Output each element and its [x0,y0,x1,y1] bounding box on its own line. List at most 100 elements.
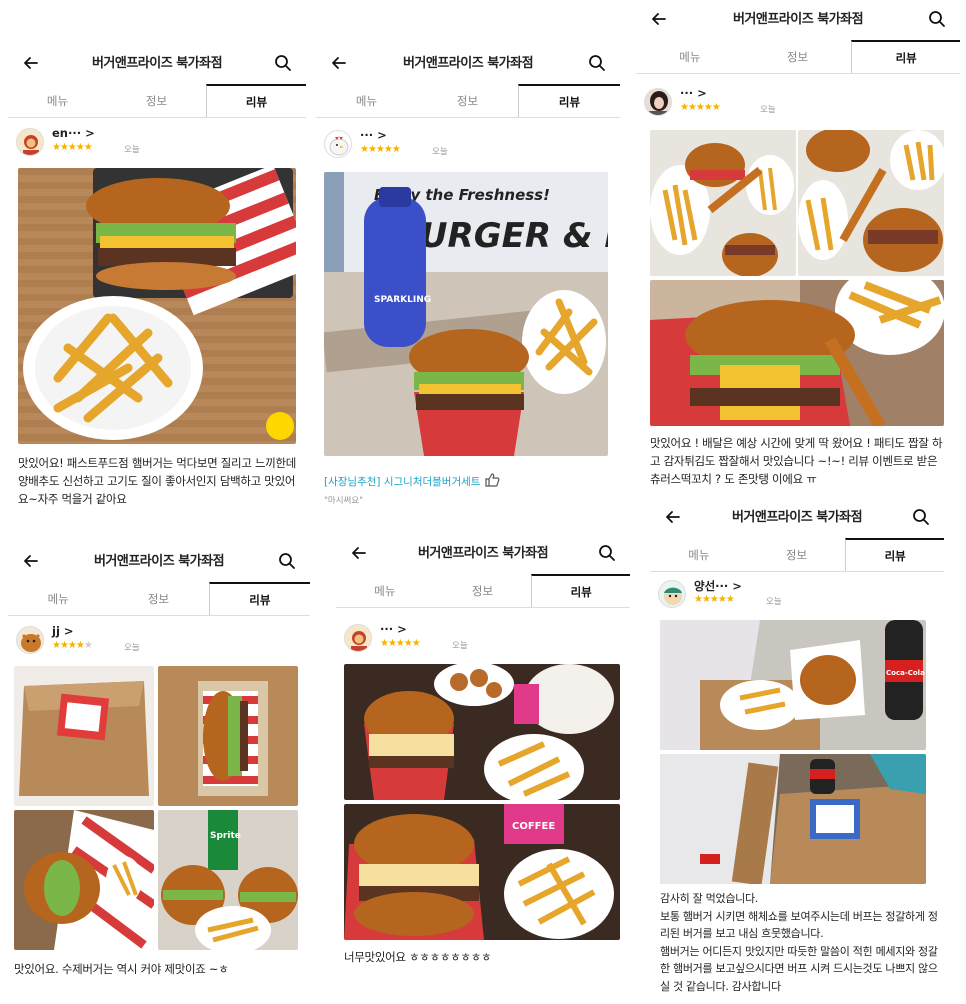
search-icon[interactable] [908,504,934,530]
tab-info[interactable]: 정보 [107,84,206,117]
back-arrow-icon[interactable] [646,6,672,32]
search-icon[interactable] [584,50,610,76]
review-date: 오늘 [432,147,448,157]
reviewer-name[interactable]: jj > [52,624,74,638]
tab-menu[interactable]: 메뉴 [316,84,417,117]
app-header: 버거앤프라이즈 북가좌점 [336,534,630,574]
reviewer-name[interactable]: ··· > [360,128,387,142]
app-header: 버거앤프라이즈 북가좌점 [636,0,960,40]
tab-info[interactable]: 정보 [748,538,846,571]
search-icon[interactable] [270,50,296,76]
review-author: 양선··· > ★★★★★ 오늘 [658,578,936,612]
review-photo-1[interactable]: Coca-Cola [660,620,926,750]
app-header: 버거앤프라이즈 북가좌점 [8,44,306,84]
star-rating: ★★★★★ [380,638,421,649]
review-photo-1[interactable] [650,130,796,276]
tab-bar: 메뉴 정보 리뷰 [8,582,310,616]
review-author: jj > ★★★★★ 오늘 [16,624,302,658]
review-text: 맛있어요. 수제버거는 역시 커야 제맛이죠 ~ㅎ [14,962,229,976]
back-arrow-icon[interactable] [326,50,352,76]
star-rating: ★★★★★ [360,144,401,155]
review-photo-2[interactable] [158,666,298,806]
page-title: 버거앤프라이즈 북가좌점 [93,554,225,569]
tab-reviews[interactable]: 리뷰 [851,40,960,73]
tab-bar: 메뉴 정보 리뷰 [336,574,630,608]
avatar[interactable] [644,88,672,116]
bottle-label: SPARKLING [374,295,431,305]
page-title: 버거앤프라이즈 북가좌점 [91,56,223,71]
app-header: 버거앤프라이즈 북가좌점 [316,44,620,84]
review-text: 맛있어요 ! 배달은 예상 시간에 맞게 딱 왔어요 ! 패티도 짭잘 하고 감… [650,436,943,486]
tab-reviews[interactable]: 리뷰 [531,574,630,607]
cola-label: Coca-Cola [886,669,925,677]
cup-label: COFFEE [512,821,555,832]
review-author: en··· > ★★★★★ 오늘 [16,126,298,160]
reviewer-name[interactable]: ··· > [680,86,707,100]
tab-menu[interactable]: 메뉴 [636,40,744,73]
review-photo-3[interactable] [14,810,154,950]
tab-menu[interactable]: 메뉴 [8,84,107,117]
review-photo-1[interactable] [14,666,154,806]
page-title: 버거앤프라이즈 북가좌점 [732,12,864,27]
avatar[interactable] [16,626,44,654]
review-panel-6: 버거앤프라이즈 북가좌점 메뉴 정보 리뷰 양선··· > ★★★★★ 오늘 C… [650,498,944,1002]
tab-info[interactable]: 정보 [434,574,532,607]
review-photo-2[interactable] [660,754,926,884]
review-date: 오늘 [124,145,140,155]
search-icon[interactable] [274,548,300,574]
review-date: 오늘 [452,641,468,651]
app-header: 버거앤프라이즈 북가좌점 [650,498,944,538]
page-title: 버거앤프라이즈 북가좌점 [731,510,863,525]
reviewer-name[interactable]: en··· > [52,126,95,140]
back-arrow-icon[interactable] [18,548,44,574]
avatar[interactable] [658,580,686,608]
review-text: 맛있어요! 패스트푸드점 햄버거는 먹다보면 질리고 느끼한데 양배추도 신선하… [18,456,297,506]
review-photo-4[interactable]: Sprite [158,810,298,950]
ordered-menu-link[interactable]: [사장님추천] 시그니처더블버거세트 [324,472,500,489]
review-panel-2: 버거앤프라이즈 북가좌점 메뉴 정보 리뷰 ··· > ★★★★★ 오늘 Enj… [316,44,620,514]
menu-name: 시그니처더블버거세트 [383,476,481,488]
star-rating: ★★★★★ [52,640,93,651]
tab-info[interactable]: 정보 [417,84,518,117]
review-comment: "마시써요" [324,496,364,506]
stars-empty: ★ [83,640,93,651]
tab-reviews[interactable]: 리뷰 [206,84,306,117]
search-icon[interactable] [594,540,620,566]
tab-reviews[interactable]: 리뷰 [208,582,310,615]
tab-menu[interactable]: 메뉴 [650,538,748,571]
back-arrow-icon[interactable] [18,50,44,76]
tab-info[interactable]: 정보 [744,40,852,73]
review-photo[interactable]: Enjoy the Freshness! BURGER & FRI SPARKL… [324,172,608,456]
menu-tag: [사장님추천] [324,476,381,488]
tab-reviews[interactable]: 리뷰 [518,84,620,117]
search-icon[interactable] [924,6,950,32]
review-panel-1: 버거앤프라이즈 북가좌점 메뉴 정보 리뷰 en··· > ★★★★★ 오늘 맛… [8,44,306,514]
avatar[interactable] [344,624,372,652]
tab-bar: 메뉴 정보 리뷰 [316,84,620,118]
avatar[interactable] [324,130,352,158]
back-arrow-icon[interactable] [660,504,686,530]
tab-bar: 메뉴 정보 리뷰 [8,84,306,118]
star-rating: ★★★★★ [52,142,93,153]
reviewer-name[interactable]: ··· > [380,622,407,636]
banner-text: BURGER & FRI [394,216,608,256]
tab-info[interactable]: 정보 [108,582,208,615]
reviewer-name[interactable]: 양선··· > [694,578,742,594]
review-photo-2[interactable]: COFFEE [344,804,620,940]
review-date: 오늘 [760,105,776,115]
avatar[interactable] [16,128,44,156]
review-photo-2[interactable] [798,130,944,276]
review-panel-5: 버거앤프라이즈 북가좌점 메뉴 정보 리뷰 ··· > ★★★★★ 오늘 COF… [336,534,630,974]
back-arrow-icon[interactable] [346,540,372,566]
tab-menu[interactable]: 메뉴 [8,582,108,615]
tab-menu[interactable]: 메뉴 [336,574,434,607]
review-text: 너무맛있어요 ㅎㅎㅎㅎㅎㅎㅎㅎ [344,950,492,964]
review-panel-4: 버거앤프라이즈 북가좌점 메뉴 정보 리뷰 jj > ★★★★★ 오늘 Spri… [8,542,310,982]
review-photo-1[interactable] [344,664,620,800]
tab-reviews[interactable]: 리뷰 [845,538,944,571]
review-photo[interactable] [18,168,296,444]
review-text: 감사히 잘 먹었습니다. 보통 햄버거 시키면 해체쇼를 보여주시는데 버프는 … [660,892,938,993]
can-label: Sprite [210,831,241,841]
review-photo-3[interactable] [650,280,944,426]
tab-bar: 메뉴 정보 리뷰 [636,40,960,74]
